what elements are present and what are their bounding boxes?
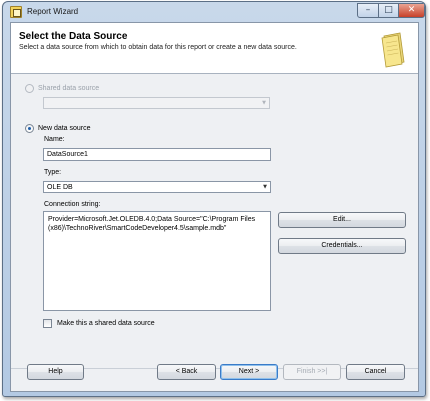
maximize-button[interactable]: □ — [378, 3, 399, 18]
report-document-icon — [381, 32, 405, 68]
shared-data-source-combo[interactable]: ▼ — [43, 97, 270, 109]
wizard-body: Select the Data Source Select a data sou… — [10, 22, 419, 392]
shared-data-source-label: Shared data source — [38, 85, 100, 92]
shared-data-source-checkbox-label: Make this a shared data source — [57, 320, 155, 327]
wizard-header: Select the Data Source Select a data sou… — [11, 23, 418, 74]
new-data-source-radio[interactable] — [25, 124, 34, 133]
page-subtitle: Select a data source from which to obtai… — [19, 44, 297, 51]
window-title: Report Wizard — [27, 7, 79, 16]
chevron-down-icon: ▼ — [262, 100, 266, 106]
title-bar[interactable]: Report Wizard – □ ✕ — [3, 2, 425, 22]
shared-data-source-radio[interactable] — [25, 84, 34, 93]
page-title: Select the Data Source — [19, 31, 128, 42]
type-label: Type: — [44, 169, 62, 176]
shared-data-source-checkbox[interactable] — [43, 319, 52, 328]
new-data-source-label: New data source — [38, 125, 91, 132]
help-button[interactable]: Help — [27, 364, 84, 380]
close-button[interactable]: ✕ — [398, 3, 425, 18]
finish-button[interactable]: Finish >>| — [283, 364, 341, 380]
back-button[interactable]: < Back — [157, 364, 216, 380]
name-field[interactable] — [43, 148, 271, 161]
next-button[interactable]: Next > — [220, 364, 278, 380]
report-wizard-window: Report Wizard – □ ✕ Select the Data Sour… — [2, 1, 426, 397]
credentials-button[interactable]: Credentials... — [278, 238, 406, 254]
report-wizard-icon — [10, 6, 22, 18]
edit-button[interactable]: Edit... — [278, 212, 406, 228]
type-select[interactable]: OLE DB ▼ — [43, 181, 271, 193]
name-label: Name: — [44, 136, 65, 143]
cancel-button[interactable]: Cancel — [346, 364, 405, 380]
connection-string-input[interactable]: Provider=Microsoft.Jet.OLEDB.4.0;Data So… — [43, 211, 271, 311]
name-input[interactable] — [44, 149, 270, 160]
chevron-down-icon: ▼ — [263, 184, 267, 190]
type-select-value: OLE DB — [47, 184, 73, 191]
minimize-button[interactable]: – — [357, 3, 379, 18]
connection-string-label: Connection string: — [44, 201, 101, 208]
